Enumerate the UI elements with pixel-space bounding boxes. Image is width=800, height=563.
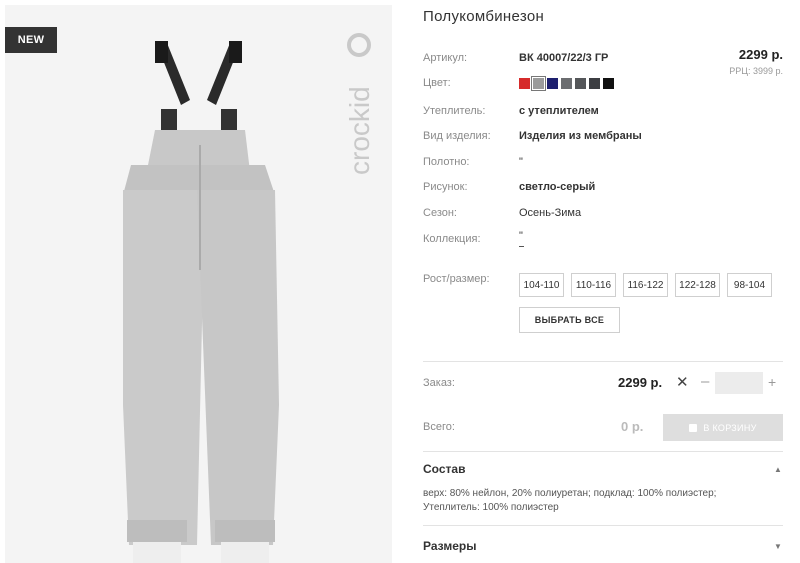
attr-label-pattern: Рисунок: bbox=[423, 181, 468, 193]
color-swatch-selected[interactable] bbox=[531, 76, 546, 91]
rrp-price: РРЦ: 3999 р. bbox=[729, 66, 783, 76]
color-swatch[interactable] bbox=[575, 78, 586, 89]
attr-label-insulation: Утеплитель: bbox=[423, 105, 486, 117]
size-option[interactable]: 122-128 bbox=[675, 273, 720, 297]
attr-value-insulation: с утеплителем bbox=[519, 105, 599, 117]
new-badge: NEW bbox=[5, 27, 57, 53]
product-title: Полукомбинезон bbox=[423, 8, 545, 25]
order-price: 2299 р. bbox=[618, 375, 663, 390]
color-swatch[interactable] bbox=[589, 78, 600, 89]
clear-order-icon[interactable]: ✕ bbox=[676, 373, 689, 391]
color-swatch[interactable] bbox=[519, 78, 530, 89]
svg-text:crockid: crockid bbox=[344, 86, 375, 175]
color-swatch[interactable] bbox=[561, 78, 572, 89]
total-label: Всего: bbox=[423, 421, 455, 433]
product-image-pane[interactable]: NEW crockid bbox=[5, 5, 392, 563]
size-option[interactable]: 110-116 bbox=[571, 273, 616, 297]
product-price: 2299 р. bbox=[738, 47, 783, 62]
product-image bbox=[123, 41, 279, 563]
size-options: 104-110 110-116 116-122 122-128 98-104 bbox=[519, 273, 772, 297]
attr-label-collection: Коллекция: bbox=[423, 233, 481, 245]
chevron-up-icon[interactable]: ▲ bbox=[774, 465, 782, 474]
attr-value-season: Осень-Зима bbox=[519, 207, 582, 219]
qty-input[interactable] bbox=[715, 372, 763, 394]
attr-label-article: Артикул: bbox=[423, 52, 468, 64]
cart-icon bbox=[689, 423, 698, 432]
color-swatches bbox=[519, 76, 614, 91]
attr-value-fabric: " bbox=[519, 156, 523, 168]
sizes-section-title[interactable]: Размеры bbox=[423, 539, 476, 553]
attr-value-pattern: светло-серый bbox=[519, 181, 596, 193]
divider bbox=[423, 525, 783, 526]
select-all-sizes-button[interactable]: ВЫБРАТЬ ВСЕ bbox=[519, 307, 620, 333]
composition-title[interactable]: Состав bbox=[423, 462, 465, 476]
attr-value-article: ВК 40007/22/3 ГР bbox=[519, 52, 609, 64]
composition-text-2: Утеплитель: 100% полиэстер bbox=[423, 502, 559, 513]
attr-label-fabric: Полотно: bbox=[423, 156, 470, 168]
add-to-cart-label: В КОРЗИНУ bbox=[703, 422, 757, 433]
collection-underline bbox=[519, 246, 524, 247]
size-option[interactable]: 116-122 bbox=[623, 273, 668, 297]
qty-decrease-button[interactable]: – bbox=[701, 373, 709, 390]
total-value: 0 р. bbox=[621, 419, 644, 434]
attr-value-collection: " bbox=[519, 230, 523, 242]
size-option[interactable]: 98-104 bbox=[727, 273, 772, 297]
color-swatch[interactable] bbox=[603, 78, 614, 89]
size-label: Рост/размер: bbox=[423, 273, 490, 285]
attr-label-color: Цвет: bbox=[423, 77, 451, 89]
color-swatch[interactable] bbox=[547, 78, 558, 89]
size-option[interactable]: 104-110 bbox=[519, 273, 564, 297]
divider bbox=[423, 451, 783, 452]
chevron-down-icon[interactable]: ▼ bbox=[774, 542, 782, 551]
order-label: Заказ: bbox=[423, 377, 455, 389]
qty-increase-button[interactable]: + bbox=[768, 374, 776, 390]
attr-label-type: Вид изделия: bbox=[423, 130, 491, 142]
brand-logo: crockid bbox=[344, 33, 375, 175]
divider bbox=[423, 361, 783, 362]
attr-label-season: Сезон: bbox=[423, 207, 457, 219]
add-to-cart-button[interactable]: В КОРЗИНУ bbox=[663, 414, 783, 441]
attr-value-type: Изделия из мембраны bbox=[519, 130, 642, 142]
